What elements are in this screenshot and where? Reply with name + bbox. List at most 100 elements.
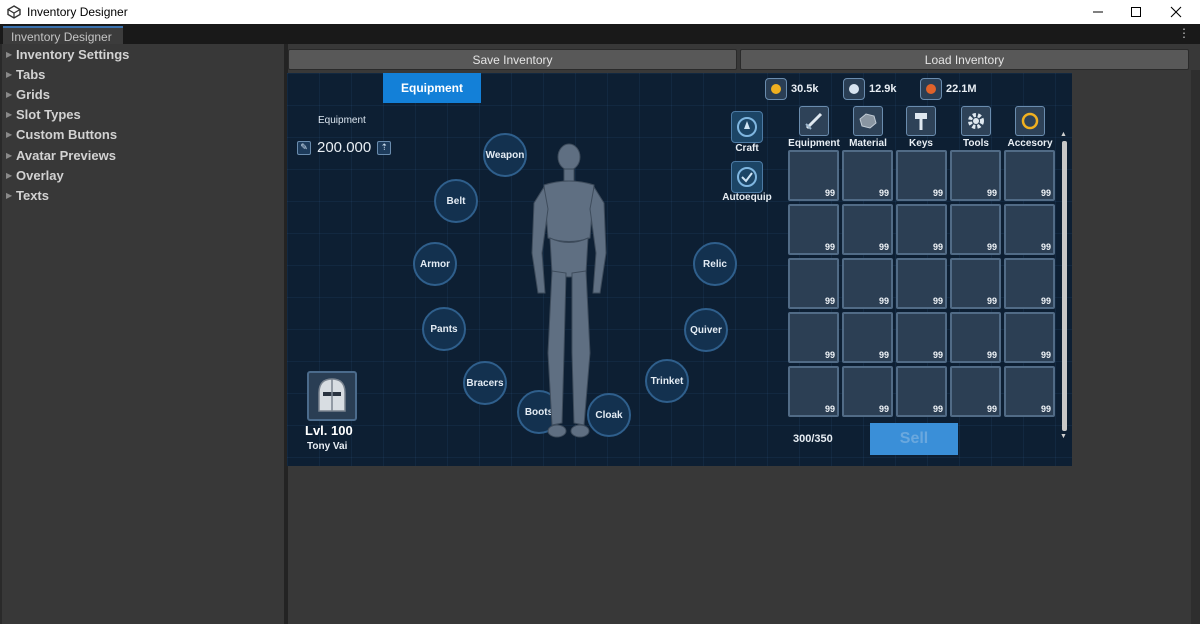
grid-slot[interactable]: 99: [896, 366, 947, 417]
player-level: Lvl. 100: [305, 423, 353, 438]
close-icon: [1170, 6, 1182, 18]
settings-tree: ▶ Inventory Settings ▶ Tabs ▶ Grids ▶ Slot T…: [2, 44, 284, 624]
category-tools[interactable]: Tools: [947, 106, 1005, 149]
slot-armor[interactable]: Armor: [413, 242, 457, 286]
item-quantity: 99: [932, 404, 943, 414]
tab-inventory-designer[interactable]: Inventory Designer: [3, 26, 123, 44]
item-quantity: 99: [986, 404, 997, 414]
sword-icon: [799, 106, 829, 136]
tree-item-tabs[interactable]: ▶ Tabs: [2, 64, 284, 84]
craft-button[interactable]: [731, 111, 763, 143]
tab-equipment[interactable]: Equipment: [383, 73, 481, 103]
item-quantity: 99: [1040, 404, 1051, 414]
maximize-button[interactable]: [1118, 0, 1154, 24]
currency-amount: 22.1M: [946, 83, 977, 95]
currency-silver: 12.9k: [843, 78, 897, 100]
grid-slot[interactable]: 99: [896, 150, 947, 201]
grid-slot[interactable]: 99: [896, 204, 947, 255]
currency-amount: 12.9k: [869, 83, 897, 95]
item-quantity: 99: [932, 296, 943, 306]
item-quantity: 99: [986, 188, 997, 198]
slot-relic[interactable]: Relic: [693, 242, 737, 286]
grid-slot[interactable]: 99: [950, 312, 1001, 363]
tree-item-custom-buttons[interactable]: ▶ Custom Buttons: [2, 125, 284, 145]
unity-logo-icon: [7, 5, 21, 19]
sell-button[interactable]: Sell: [870, 423, 958, 455]
save-inventory-button[interactable]: Save Inventory: [288, 49, 737, 70]
grid-slot[interactable]: 99: [950, 258, 1001, 309]
category-label: Keys: [909, 138, 933, 149]
grid-slot[interactable]: 99: [1004, 258, 1055, 309]
grid-slot[interactable]: 99: [950, 204, 1001, 255]
grid-slot[interactable]: 99: [950, 150, 1001, 201]
grid-slot[interactable]: 99: [842, 366, 893, 417]
tab-menu-icon[interactable]: ⋮: [1178, 26, 1190, 40]
currency-gold: 30.5k: [765, 78, 819, 100]
grid-scrollbar[interactable]: ▲ ▼: [1060, 131, 1068, 441]
slot-trinket[interactable]: Trinket: [645, 359, 689, 403]
category-keys[interactable]: Keys: [892, 106, 950, 149]
expand-arrow-icon: ▶: [6, 110, 13, 120]
craft-label: Craft: [735, 143, 759, 154]
grid-slot[interactable]: 99: [788, 150, 839, 201]
item-quantity: 99: [1040, 242, 1051, 252]
minimize-button[interactable]: [1080, 0, 1116, 24]
weight-value: 200.000: [317, 139, 372, 156]
slot-quiver[interactable]: Quiver: [684, 308, 728, 352]
item-quantity: 99: [878, 296, 889, 306]
tree-item-avatar-previews[interactable]: ▶ Avatar Previews: [2, 145, 284, 165]
item-quantity: 99: [1040, 296, 1051, 306]
slot-bracers[interactable]: Bracers: [463, 361, 507, 405]
category-material[interactable]: Material: [839, 106, 897, 149]
tree-item-overlay[interactable]: ▶ Overlay: [2, 165, 284, 185]
grid-slot[interactable]: 99: [788, 366, 839, 417]
scroll-up-icon[interactable]: ▲: [1060, 131, 1067, 138]
preview-scrollbar[interactable]: [1191, 70, 1200, 624]
edit-icon[interactable]: ✎: [297, 140, 311, 155]
item-quantity: 99: [824, 404, 835, 414]
item-quantity: 99: [824, 350, 835, 360]
currency-copper: 22.1M: [920, 78, 977, 100]
tree-item-label: Avatar Previews: [16, 147, 116, 163]
autoequip-label: Autoequip: [722, 192, 772, 203]
expand-arrow-icon: ▶: [6, 69, 13, 79]
expand-arrow-icon: ▶: [6, 130, 13, 140]
grid-slot[interactable]: 99: [896, 258, 947, 309]
tree-item-texts[interactable]: ▶ Texts: [2, 185, 284, 205]
grid-slot[interactable]: 99: [788, 204, 839, 255]
slot-pants[interactable]: Pants: [422, 307, 466, 351]
grid-slot[interactable]: 99: [1004, 150, 1055, 201]
ring-icon: [1015, 106, 1045, 136]
grid-slot[interactable]: 99: [842, 204, 893, 255]
expand-arrow-icon: ▶: [6, 170, 13, 180]
silver-coin-icon: [843, 78, 865, 100]
grid-slot[interactable]: 99: [1004, 366, 1055, 417]
category-equipment[interactable]: Equipment: [785, 106, 843, 149]
grid-slot[interactable]: 99: [1004, 204, 1055, 255]
item-quantity: 99: [824, 296, 835, 306]
window-titlebar: Inventory Designer: [0, 0, 1200, 24]
item-quantity: 99: [878, 242, 889, 252]
grid-slot[interactable]: 99: [788, 258, 839, 309]
grid-slot[interactable]: 99: [1004, 312, 1055, 363]
gear-icon: [961, 106, 991, 136]
tree-item-grids[interactable]: ▶ Grids: [2, 84, 284, 104]
tree-item-slot-types[interactable]: ▶ Slot Types: [2, 105, 284, 125]
grid-slot[interactable]: 99: [842, 150, 893, 201]
inventory-preview: Equipment Equipment ✎ 200.000 ⇡ Weapon B…: [287, 73, 1072, 466]
grid-slot[interactable]: 99: [950, 366, 1001, 417]
scroll-down-icon[interactable]: ▼: [1060, 433, 1067, 440]
grid-slot[interactable]: 99: [896, 312, 947, 363]
upload-icon[interactable]: ⇡: [377, 140, 392, 155]
autoequip-button[interactable]: [731, 161, 763, 193]
load-inventory-button[interactable]: Load Inventory: [740, 49, 1189, 70]
close-button[interactable]: [1158, 0, 1194, 24]
scroll-thumb[interactable]: [1062, 141, 1067, 431]
slot-belt[interactable]: Belt: [434, 179, 478, 223]
grid-slot[interactable]: 99: [788, 312, 839, 363]
tree-item-inventory-settings[interactable]: ▶ Inventory Settings: [2, 44, 284, 64]
grid-slot[interactable]: 99: [842, 312, 893, 363]
grid-slot[interactable]: 99: [842, 258, 893, 309]
player-portrait[interactable]: [307, 371, 357, 421]
category-accesory[interactable]: Accesory: [1001, 106, 1059, 149]
